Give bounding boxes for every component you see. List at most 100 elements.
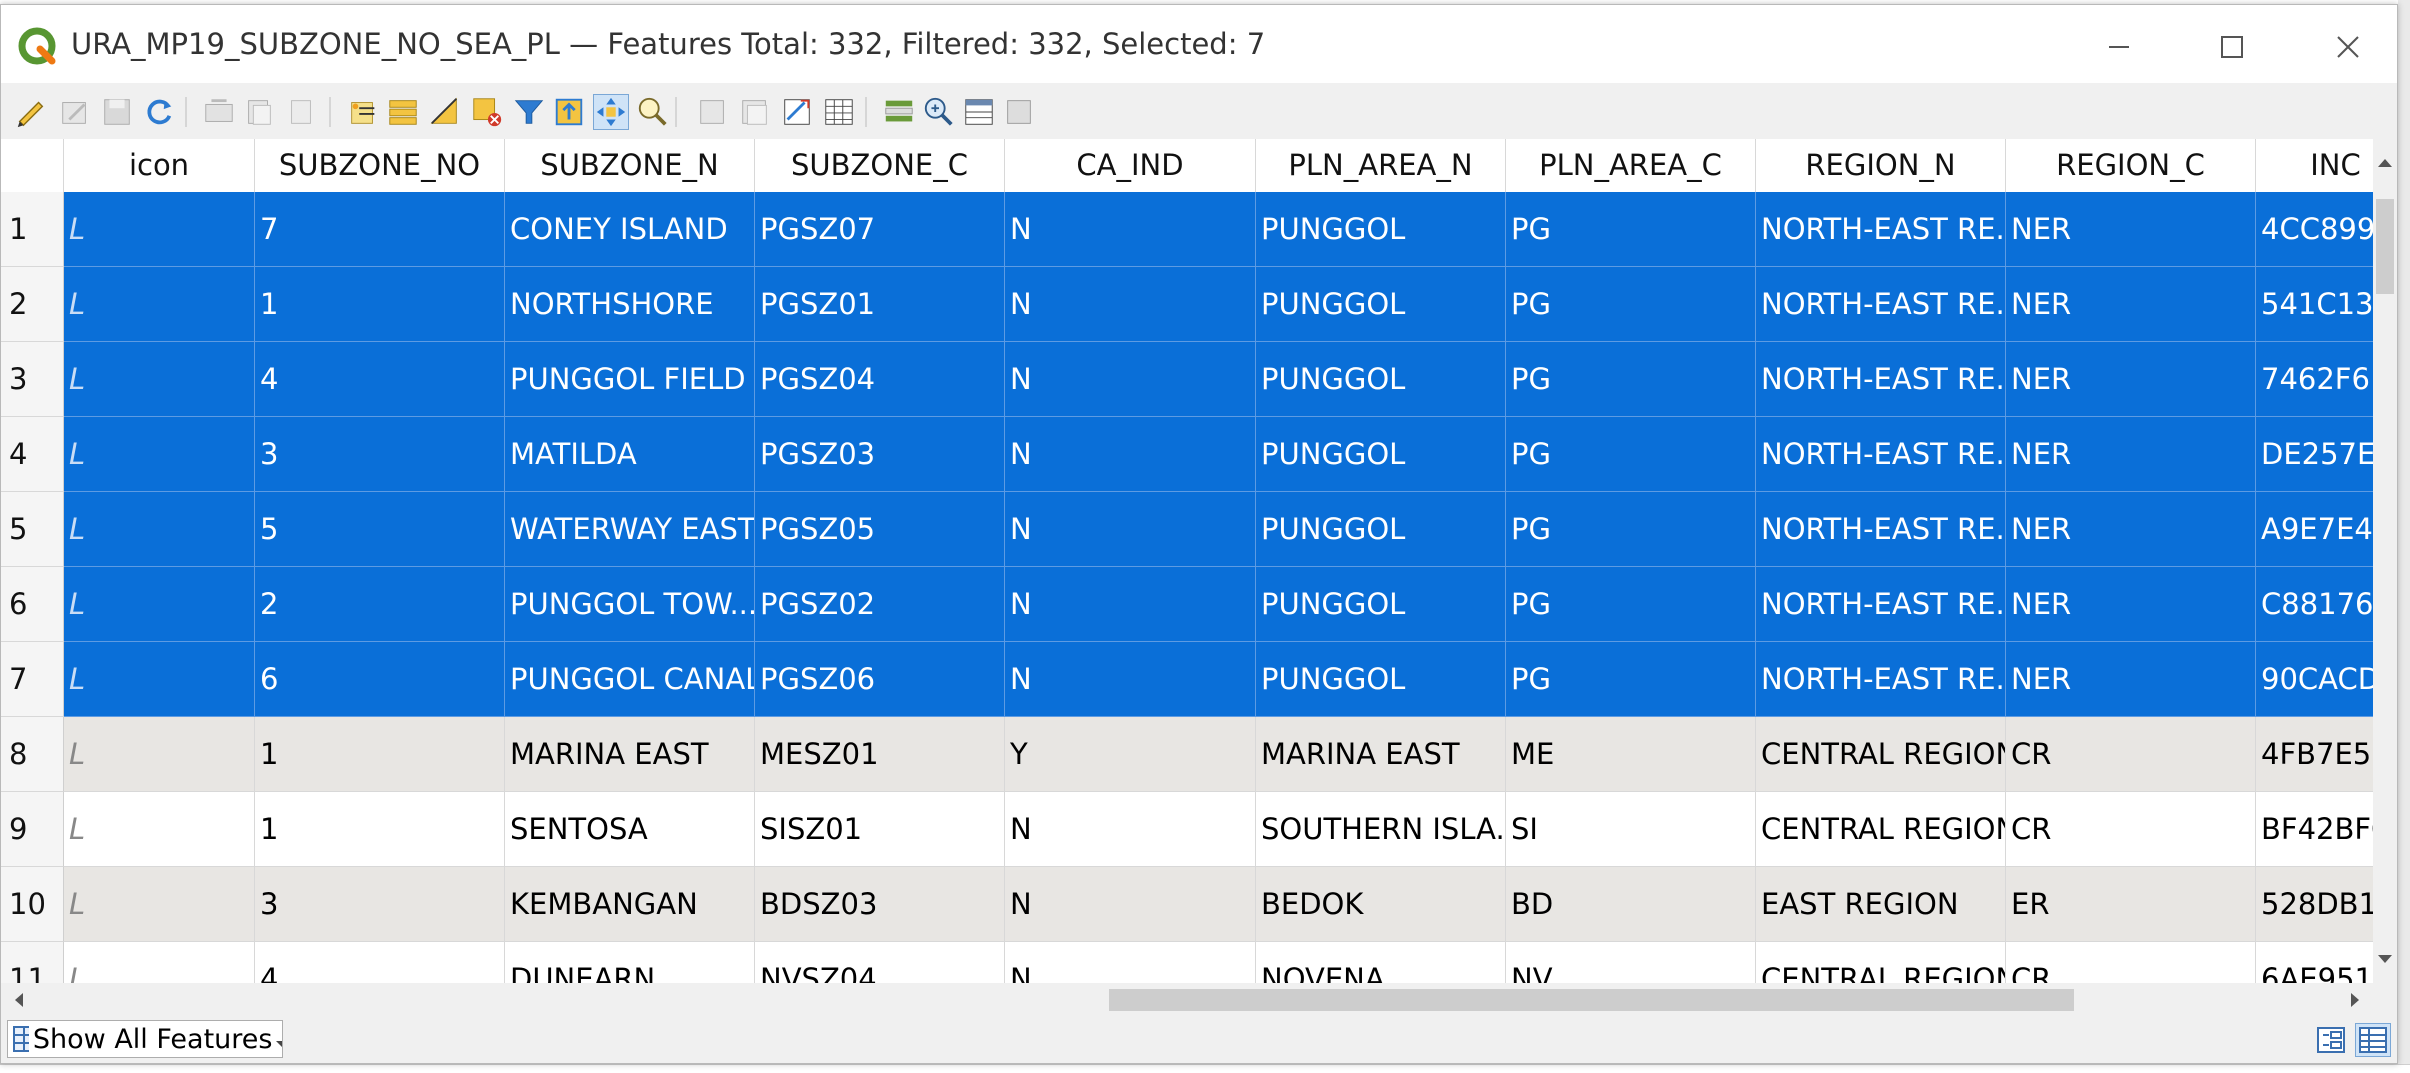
table-cell[interactable]: MESZ01 [755,717,1005,792]
row-number[interactable]: 6 [1,567,64,642]
table-cell[interactable]: L [64,267,255,342]
table-cell[interactable]: N [1005,867,1256,942]
row-number[interactable]: 5 [1,492,64,567]
table-cell[interactable]: PUNGGOL FIELD [505,342,755,417]
table-row[interactable]: 4 L 3 MATILDA PGSZ03 N PUNGGOL PG NORTH-EAST RE.… [1,417,2373,492]
table-cell[interactable]: NER [2006,192,2256,267]
table-cell[interactable]: MARINA EAST [1256,717,1506,792]
table-cell[interactable]: 1 [255,267,505,342]
conditional-formatting-button[interactable] [961,94,997,130]
scroll-up-icon[interactable] [2373,151,2397,175]
table-cell[interactable]: PGSZ06 [755,642,1005,717]
delete-field-button[interactable] [881,94,917,130]
table-cell[interactable]: PG [1506,342,1756,417]
table-cell[interactable]: N [1005,492,1256,567]
table-cell[interactable]: PG [1506,192,1756,267]
filter-select-button[interactable] [551,94,587,130]
save-edits-button[interactable] [99,94,135,130]
table-cell[interactable]: SOUTHERN ISLA... [1256,792,1506,867]
table-cell[interactable]: BEDOK [1256,867,1506,942]
table-cell[interactable]: MATILDA [505,417,755,492]
table-cell[interactable]: N [1005,567,1256,642]
table-cell[interactable]: BDSZ03 [755,867,1005,942]
table-cell[interactable]: PUNGGOL [1256,642,1506,717]
table-cell[interactable]: DUNEARN [505,942,755,983]
table-row[interactable]: 9 L 1 SENTOSA SISZ01 N SOUTHERN ISLA... SI CENTR… [1,792,2373,867]
table-row[interactable]: 2 L 1 NORTHSHORE PGSZ01 N PUNGGOL PG NORTH-EAST … [1,267,2373,342]
scroll-right-icon[interactable] [2343,988,2367,1012]
move-selection-to-top-button[interactable] [593,94,629,130]
column-header[interactable]: CA_IND [1005,139,1256,192]
table-cell[interactable]: NER [2006,417,2256,492]
table-cell[interactable]: SI [1506,792,1756,867]
table-cell[interactable]: PUNGGOL [1256,192,1506,267]
table-cell[interactable]: BF42BFC [2256,792,2373,867]
table-cell[interactable]: NORTH-EAST RE... [1756,342,2006,417]
table-cell[interactable]: Y [1005,717,1256,792]
table-cell[interactable]: N [1005,642,1256,717]
table-cell[interactable]: L [64,717,255,792]
table-cell[interactable]: L [64,642,255,717]
vertical-scroll-thumb[interactable] [2376,199,2394,294]
column-header[interactable]: SUBZONE_C [755,139,1005,192]
table-cell[interactable]: NER [2006,267,2256,342]
table-row[interactable]: 6 L 2 PUNGGOL TOW... PGSZ02 N PUNGGOL PG NORTH-E… [1,567,2373,642]
table-cell[interactable]: A9E7E4A [2256,492,2373,567]
table-cell[interactable]: NER [2006,492,2256,567]
reload-button[interactable] [141,94,177,130]
table-cell[interactable]: ER [2006,867,2256,942]
table-cell[interactable]: PG [1506,492,1756,567]
table-cell[interactable]: L [64,192,255,267]
horizontal-scrollbar[interactable] [1,983,2373,1017]
table-cell[interactable]: N [1005,342,1256,417]
column-header[interactable]: PLN_AREA_C [1506,139,1756,192]
column-header[interactable]: INC [2256,139,2373,192]
column-header[interactable]: SUBZONE_NO [255,139,505,192]
table-cell[interactable]: 7462F61 [2256,342,2373,417]
maximize-button[interactable] [2197,19,2267,75]
table-view-button[interactable] [2355,1023,2391,1057]
form-view-button[interactable] [2313,1023,2349,1057]
delete-features-button[interactable] [241,94,277,130]
table-cell[interactable]: L [64,567,255,642]
minimize-button[interactable] [2084,19,2154,75]
table-cell[interactable]: 4CC8997 [2256,192,2373,267]
row-number[interactable]: 10 [1,867,64,942]
actions-button[interactable] [1001,94,1037,130]
table-cell[interactable]: L [64,792,255,867]
table-cell[interactable]: CR [2006,942,2256,983]
table-row[interactable]: 3 L 4 PUNGGOL FIELD PGSZ04 N PUNGGOL PG NORTH-EA… [1,342,2373,417]
table-cell[interactable]: PG [1506,567,1756,642]
table-cell[interactable]: DE257E2 [2256,417,2373,492]
table-cell[interactable]: 2 [255,567,505,642]
table-cell[interactable]: CONEY ISLAND [505,192,755,267]
table-cell[interactable]: N [1005,942,1256,983]
table-cell[interactable]: NORTH-EAST RE... [1756,567,2006,642]
table-cell[interactable]: N [1005,192,1256,267]
table-cell[interactable]: L [64,492,255,567]
row-number[interactable]: 2 [1,267,64,342]
table-row[interactable]: 10 L 3 KEMBANGAN BDSZ03 N BEDOK BD EAST REGION ER… [1,867,2373,942]
deselect-all-button[interactable] [511,94,547,130]
table-cell[interactable]: CENTRAL REGION [1756,942,2006,983]
multi-edit-button[interactable] [57,94,93,130]
field-calculator-button[interactable] [921,94,957,130]
table-cell[interactable]: PGSZ07 [755,192,1005,267]
row-number[interactable]: 8 [1,717,64,792]
table-cell[interactable]: C88176A [2256,567,2373,642]
table-cell[interactable]: 5 [255,492,505,567]
scroll-left-icon[interactable] [7,988,31,1012]
table-cell[interactable]: 4 [255,342,505,417]
zoom-to-selected-button[interactable] [695,94,731,130]
table-cell[interactable]: PG [1506,642,1756,717]
table-cell[interactable]: NER [2006,642,2256,717]
table-row[interactable]: 11 L 4 DUNEARN NVSZ04 N NOVENA NV CENTRAL REGION… [1,942,2373,983]
feature-filter-dropdown[interactable]: Show All Features [7,1020,283,1058]
select-all-button[interactable] [427,94,463,130]
select-by-expression-button[interactable] [385,94,421,130]
column-header[interactable]: SUBZONE_N [505,139,755,192]
table-cell[interactable]: PUNGGOL TOW... [505,567,755,642]
table-cell[interactable]: CR [2006,792,2256,867]
table-cell[interactable]: 541C134 [2256,267,2373,342]
invert-selection-button[interactable] [469,94,505,130]
